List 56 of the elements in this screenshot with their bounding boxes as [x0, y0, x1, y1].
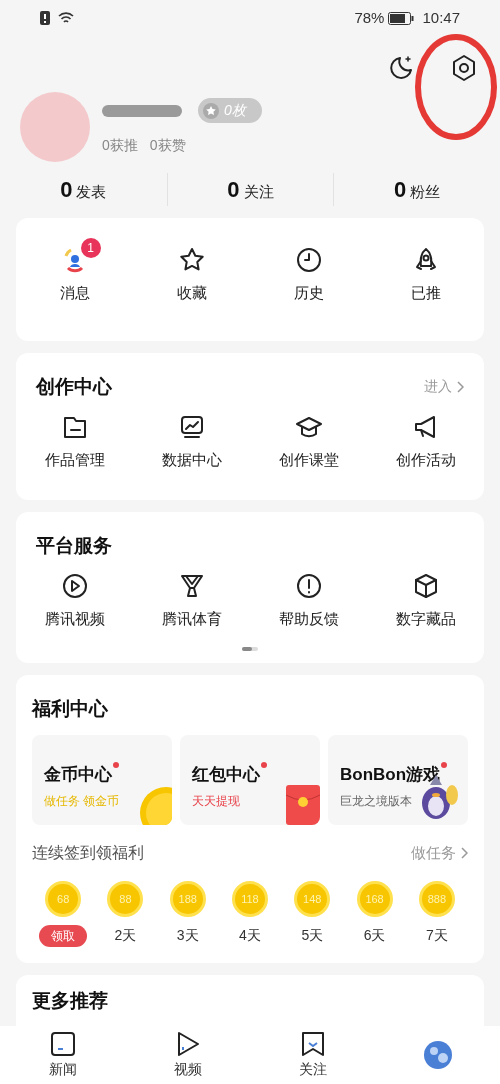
shortcut-item[interactable]: 帮助反馈: [250, 568, 367, 635]
tab-item[interactable]: 新闻: [0, 1026, 125, 1084]
shortcut-item[interactable]: 作品管理: [16, 409, 133, 476]
section-title: 福利中心: [32, 696, 109, 721]
coin-reward: 188: [169, 881, 206, 917]
shortcut-item[interactable]: 创作活动: [367, 409, 484, 476]
profile-stat: 0获赞: [149, 136, 186, 155]
day-label: 4天: [239, 926, 261, 945]
day-label: 7天: [425, 926, 448, 945]
page-indicator: [242, 646, 258, 651]
profile-stat: 0获推: [102, 136, 138, 155]
alert-icon: [294, 572, 323, 600]
stat-item[interactable]: 0 关注: [166, 172, 334, 206]
coin-reward: 118: [232, 881, 268, 917]
shortcut-item[interactable]: 历史: [250, 242, 367, 309]
shortcut-item[interactable]: 腾讯体育: [133, 568, 250, 635]
shortcut-item[interactable]: 创作课堂: [250, 409, 367, 476]
shortcut-item[interactable]: 腾讯视频: [16, 568, 133, 635]
checkin-title: 连续签到领福利: [32, 843, 144, 863]
coin-reward: 88: [107, 881, 144, 917]
coin-reward: 168: [356, 881, 393, 917]
section-title: 更多推荐: [32, 990, 108, 1011]
clock-time: 10:47: [422, 7, 460, 28]
tab-item[interactable]: 视频: [125, 1026, 250, 1084]
shortcut-item[interactable]: 数字藏品: [367, 568, 484, 635]
welfare-tile[interactable]: 金币中心 做任务 领金币: [32, 735, 172, 825]
claim-button[interactable]: 领取: [39, 925, 88, 947]
coin-reward: 148: [294, 881, 331, 917]
battery-icon: [388, 11, 415, 25]
welfare-tile[interactable]: 红包中心 天天提现: [180, 735, 320, 825]
sim-alert-icon: [40, 11, 50, 25]
shortcut-item[interactable]: 数据中心: [133, 409, 250, 476]
clock-icon: [294, 246, 323, 274]
day-label: 3天: [176, 926, 199, 945]
day-label: 6天: [363, 926, 386, 945]
unread-badge: 1: [80, 238, 101, 258]
play-icon: [60, 572, 89, 600]
bookmark-icon: [299, 1030, 326, 1057]
news-icon: [49, 1030, 76, 1057]
stat-item[interactable]: 0 发表: [0, 172, 167, 206]
profile-avatar-icon: [422, 1040, 453, 1070]
section-title: 创作中心: [36, 374, 112, 399]
coin-reward: 68: [45, 881, 82, 917]
stat-item[interactable]: 0 粉丝: [333, 172, 500, 206]
shortcut-item[interactable]: 收藏: [133, 242, 250, 309]
day-label: 5天: [301, 926, 324, 945]
coin-reward: 888: [418, 881, 455, 917]
shortcut-item[interactable]: 已推: [367, 242, 484, 309]
day-label: 2天: [114, 926, 137, 945]
tab-item[interactable]: 关注: [250, 1026, 375, 1084]
battery-percent: 78%: [354, 7, 385, 28]
chevron-right-icon: [456, 380, 464, 393]
envelope-icon: [286, 785, 320, 825]
wifi-icon: [58, 11, 74, 25]
chevron-right-icon: [460, 847, 468, 859]
section-title: 平台服务: [36, 534, 112, 556]
